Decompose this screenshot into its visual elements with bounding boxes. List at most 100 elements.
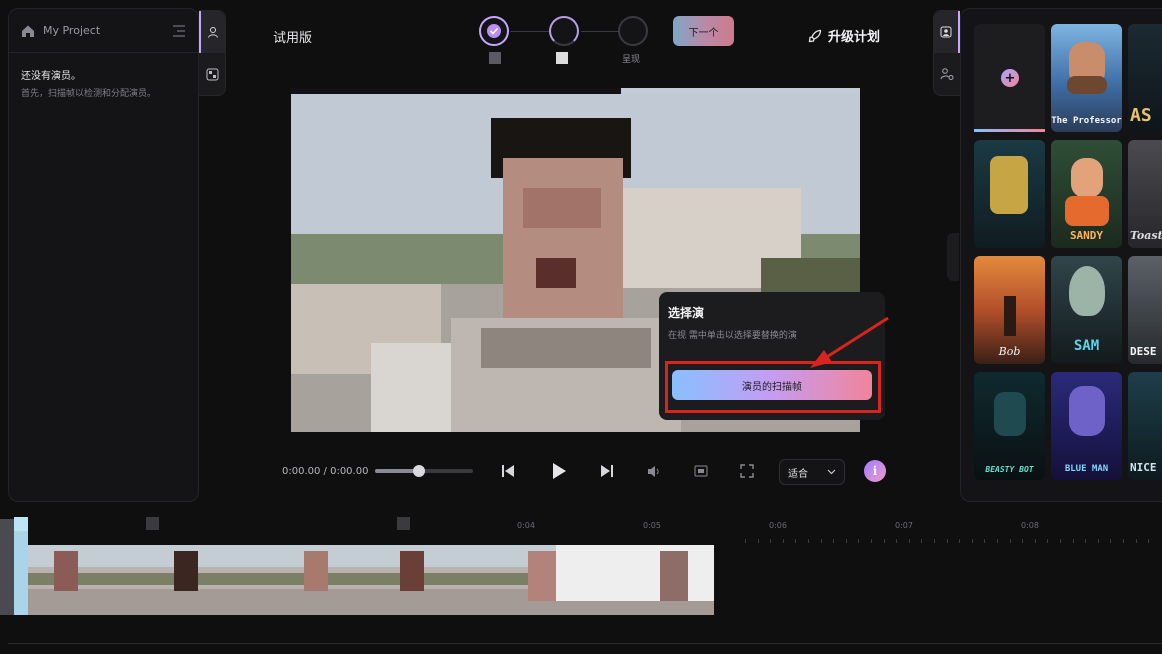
upgrade-plan-label: 升级计划 — [828, 30, 881, 45]
skip-back-icon — [502, 465, 514, 477]
step-2[interactable] — [549, 16, 579, 46]
actor-card-beasty-bot[interactable]: BEASTY BOT — [974, 372, 1045, 480]
tab-actors[interactable] — [199, 11, 225, 53]
speaker-icon — [647, 465, 659, 477]
next-frame-button[interactable] — [597, 459, 617, 483]
ruler-tick — [1085, 539, 1087, 543]
ruler-tick — [1060, 539, 1061, 543]
playhead-handle[interactable] — [14, 517, 28, 531]
volume-slider[interactable] — [375, 465, 473, 477]
tab-actor-library[interactable] — [934, 11, 960, 53]
timeline-left-handle[interactable] — [0, 519, 14, 615]
frame-face — [528, 551, 556, 601]
step-connector — [510, 31, 550, 32]
actor-portrait — [1069, 266, 1105, 316]
popup-title: 选择演 — [668, 306, 705, 320]
ruler-tick — [959, 539, 961, 543]
volume-button[interactable] — [644, 459, 664, 483]
home-icon[interactable] — [21, 24, 35, 38]
fullscreen-button[interactable] — [737, 459, 757, 483]
screenshot-button[interactable] — [691, 459, 711, 483]
actor-label: AS — [1130, 105, 1152, 126]
ruler-tick — [934, 539, 935, 543]
ruler-label: 0:08 — [1021, 521, 1039, 530]
ruler-label: 0:04 — [517, 521, 535, 530]
add-actor-card[interactable]: + — [974, 24, 1045, 132]
scan-frame-button[interactable]: 演员的扫描帧 — [672, 370, 872, 400]
video-mouth — [536, 258, 576, 288]
ruler-tick — [1123, 539, 1124, 543]
ruler-tick — [795, 539, 797, 543]
frame-face — [660, 551, 688, 601]
expand-icon — [740, 464, 754, 478]
actor-portrait — [1004, 296, 1016, 336]
next-button[interactable]: 下一个 — [673, 16, 734, 46]
actor-card-blue-man[interactable]: BLUE MAN — [1051, 372, 1122, 480]
video-face — [503, 158, 623, 338]
frame-face — [174, 551, 198, 591]
ruler-tick — [908, 539, 910, 543]
ruler-tick — [1047, 539, 1049, 543]
tab-actor-settings[interactable] — [934, 53, 960, 95]
ruler-tick — [858, 539, 860, 543]
actor-card-nice[interactable]: NICE — [1128, 372, 1162, 480]
playhead[interactable] — [14, 517, 28, 615]
frame-face — [400, 551, 424, 591]
actor-label: BLUE MAN — [1064, 464, 1109, 474]
trial-label: 试用版 — [273, 31, 313, 46]
ruler-tick — [896, 539, 898, 543]
info-button[interactable]: i — [864, 460, 886, 482]
actor-label: The Professor — [1051, 116, 1122, 126]
ruler-tick — [1022, 539, 1024, 543]
ruler-tick — [833, 539, 835, 543]
step-3[interactable] — [618, 16, 648, 46]
ruler-tick — [757, 539, 759, 543]
ruler-tick — [1135, 539, 1137, 543]
ruler-label: 0:05 — [643, 521, 661, 530]
actor-label: SANDY — [1069, 229, 1104, 242]
ruler-label: 0:06 — [769, 521, 787, 530]
timeline-bottom-line — [8, 643, 1162, 644]
plus-icon: + — [1001, 69, 1019, 87]
grid-icon — [206, 68, 218, 80]
prev-frame-button[interactable] — [498, 459, 518, 483]
portrait-icon — [940, 26, 952, 38]
empty-state-title: 还没有演员。 — [21, 71, 81, 82]
ruler-tick — [1009, 539, 1011, 543]
actor-card-sam[interactable]: SAM — [1051, 256, 1122, 364]
video-shirt-shade — [481, 328, 651, 368]
volume-slider-knob[interactable] — [413, 465, 426, 477]
project-name[interactable]: My Project — [43, 24, 172, 37]
menu-icon[interactable] — [172, 24, 186, 37]
play-button[interactable] — [548, 459, 570, 483]
frame-strip[interactable] — [28, 545, 714, 615]
actor-card-professor[interactable]: The Professor — [1051, 24, 1122, 132]
actor-portrait — [990, 156, 1028, 214]
step-connector — [581, 31, 619, 32]
project-header: My Project — [9, 9, 198, 53]
actor-card-toast[interactable]: Toast — [1128, 140, 1162, 248]
actor-card-as[interactable]: AS — [1128, 24, 1162, 132]
actor-card-bob[interactable]: Bob — [974, 256, 1045, 364]
actor-portrait — [994, 392, 1026, 436]
upgrade-plan-button[interactable]: 升级计划 — [808, 26, 880, 45]
step-2-label-mark — [556, 52, 568, 64]
chevron-down-icon — [827, 469, 836, 475]
actor-label: BEASTY BOT — [985, 465, 1034, 474]
frame-strip-bright — [556, 545, 714, 601]
ruler-tick — [997, 539, 998, 543]
ruler-tick — [1097, 539, 1099, 543]
actor-portrait — [1069, 386, 1105, 436]
ruler-tick — [883, 539, 885, 543]
tab-media[interactable] — [199, 53, 225, 95]
actors-panel: My Project 还没有演员。 首先，扫描帧以检测和分配演员。 — [8, 8, 199, 502]
step-1[interactable] — [479, 16, 509, 46]
timeline[interactable]: 0:04 0:05 0:06 0:07 0:08 — [0, 515, 1162, 654]
actor-card-sandy[interactable]: SANDY — [1051, 140, 1122, 248]
actor-card-dese[interactable]: DESE — [1128, 256, 1162, 364]
ruler-label: 0:07 — [895, 521, 913, 530]
video-face-shade — [523, 188, 601, 228]
fit-select[interactable]: 适合 — [779, 459, 845, 485]
panel-collapse-handle[interactable] — [947, 233, 959, 281]
actor-card-dummy-robot[interactable] — [974, 140, 1045, 248]
